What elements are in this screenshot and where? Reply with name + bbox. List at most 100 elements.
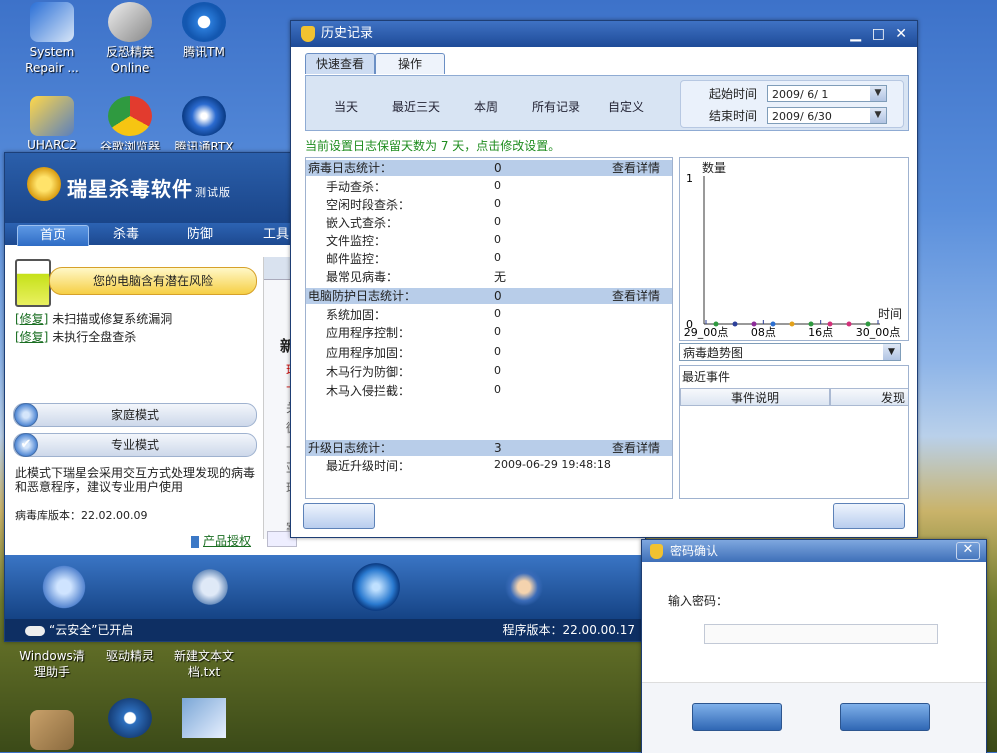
uharc-icon [30,96,74,136]
virus-log-details-link[interactable]: 查看详情 [612,160,660,176]
desktop-icon-driver-genius[interactable]: 驱动精灵 [90,648,170,664]
trend-point [789,321,795,327]
chevron-down-icon[interactable]: ▼ [870,86,886,101]
virus-log-header: 病毒日志统计： 0 查看详情 [306,160,672,176]
trend-point [808,321,814,327]
virus-db-version: 病毒库版本：22.02.00.09 [15,509,148,522]
desktop-icon-bottom-1[interactable] [12,710,92,752]
product-auth-link[interactable]: 产品授权 [191,532,251,549]
desktop-icon-windows-cleaner[interactable]: Windows清 理助手 [12,648,92,680]
password-label: 输入密码： [668,594,729,608]
desktop-icon-rtx[interactable]: 腾讯通RTX [164,96,244,150]
protection-log-details-link[interactable]: 查看详情 [612,288,660,304]
image-icon [182,698,226,738]
column-event-desc[interactable]: 事件说明 [680,388,830,406]
check-icon: ✔ [14,433,38,457]
desktop-icon-new-txt[interactable]: 新建文本文 档.txt [164,648,244,680]
trend-point [770,321,776,327]
pro-mode-button[interactable]: ✔ 专业模式 [13,433,257,457]
cs-online-icon [108,2,152,42]
trend-type-select[interactable]: 病毒趋势图 ▼ [679,343,901,361]
log-retention-tip[interactable]: 当前设置日志保留天数为 7 天，点击修改设置。 [305,137,560,154]
password-footer [642,682,986,753]
filter-this-week[interactable]: 本周 [474,98,498,115]
fix-link-fullscan[interactable]: [修复] [15,330,48,344]
maximize-icon[interactable]: □ [872,21,885,47]
user-support-icon[interactable] [499,563,549,611]
recent-events-title: 最近事件 [682,370,731,384]
tab-quick-view[interactable]: 快速查看 [305,53,375,74]
chrome-icon [108,96,152,136]
magnifier-tool-icon[interactable] [185,563,235,611]
nav-tab-scan[interactable]: 杀毒 [91,225,161,245]
recent-events-panel: 最近事件 事件说明 发现 [679,365,909,499]
password-titlebar[interactable]: 密码确认 ✕ [642,540,986,562]
x-tick-label: 16点 [808,326,833,339]
fix-link-vuln[interactable]: [修复] [15,312,48,326]
nav-tab-home[interactable]: 首页 [17,225,89,246]
history-left-button[interactable] [303,503,375,529]
desktop-icon-tm[interactable]: 腾讯TM [164,2,244,60]
minimize-icon[interactable]: ▁ [850,21,861,47]
trend-point [846,321,852,327]
desktop-icon-chrome[interactable]: 谷歌浏览器 [90,96,170,150]
filter-today[interactable]: 当天 [334,98,358,115]
date-range: 起始时间 2009/ 6/ 1 ▼ 结束时间 2009/ 6/30 ▼ [680,80,904,128]
filter-custom[interactable]: 自定义 [608,98,644,115]
desktop-icon-bottom-2[interactable] [90,698,170,740]
key-icon [191,535,199,548]
protection-log-header: 电脑防护日志统计： 0 查看详情 [306,288,672,304]
start-time-label: 起始时间 [709,87,758,101]
password-input[interactable] [704,624,938,644]
trend-point [732,321,738,327]
rising-shield-icon [650,544,663,559]
end-date-picker[interactable]: 2009/ 6/30 ▼ [767,107,887,124]
history-window: 历史记录 ▁ □ ✕ 快速查看 操作 当天 最近三天 本周 所有记录 自定义 起… [290,20,918,538]
filter-last-three-days[interactable]: 最近三天 [392,98,440,115]
monitor-tool-icon[interactable] [39,563,89,611]
update-log-details-link[interactable]: 查看详情 [612,440,660,456]
password-ok-button[interactable] [692,703,782,731]
virus-trend-chart: 数量 时间 0 1 29_00点 08点 16点 30_00点 [679,157,909,341]
fix-item-vuln: [修复] 未扫描或修复系统漏洞 [15,312,173,326]
password-title: 密码确认 [670,544,719,558]
folder-icon [30,710,74,750]
desktop-icon-cs-online[interactable]: 反恐精英 Online [90,2,170,76]
home-mode-button[interactable]: 家庭模式 [13,403,257,427]
close-icon[interactable]: ✕ [956,542,980,560]
rising-status-bar: “云安全”已开启 程序版本：22.00.00.17 [5,619,645,641]
tab-operations[interactable]: 操作 [375,53,445,74]
column-discovered[interactable]: 发现 [830,388,908,406]
start-date-picker[interactable]: 2009/ 6/ 1 ▼ [767,85,887,102]
risk-banner[interactable]: 您的电脑含有潜在风险 [49,267,257,295]
globe-tool-icon[interactable] [351,563,401,611]
battery-status-icon [15,259,51,307]
trend-point [713,321,719,327]
x-tick-label: 29_00点 [684,326,729,339]
program-version: 程序版本：22.00.00.17 [502,623,635,637]
quick-filter-bar: 当天 最近三天 本周 所有记录 自定义 起始时间 2009/ 6/ 1 ▼ 结束时… [305,75,909,131]
desktop-icon-system-repair[interactable]: System Repair ... [12,2,92,76]
rtx-icon [182,96,226,136]
system-repair-icon [30,2,74,42]
close-icon[interactable]: ✕ [895,21,907,47]
rising-brand: 瑞星杀毒软件 测试版 [67,177,231,201]
password-cancel-button[interactable] [840,703,930,731]
trend-points [713,321,871,327]
desktop-icon-uharc[interactable]: UHARC2 [12,96,92,150]
chevron-down-icon[interactable]: ▼ [883,344,900,360]
cloud-icon [25,625,45,636]
filter-all-records[interactable]: 所有记录 [532,98,580,115]
nav-tab-defense[interactable]: 防御 [165,225,235,245]
chevron-down-icon[interactable]: ▼ [870,108,886,123]
y-axis-label: 数量 [702,160,726,175]
desktop-icon-bottom-3[interactable] [164,698,244,740]
x-tick-label: 08点 [751,326,776,339]
radio-off-icon [14,403,38,427]
trend-ticks: 0129_00点 08点 16点 30_00点 [684,172,901,339]
history-right-button[interactable] [833,503,905,529]
gear-icon [108,698,152,738]
history-titlebar[interactable]: 历史记录 ▁ □ ✕ [291,21,917,47]
trend-point [827,321,833,327]
mode-description: 此模式下瑞星会采用交互方式处理发现的病毒和恶意程序，建议专业用户使用 [15,466,256,494]
